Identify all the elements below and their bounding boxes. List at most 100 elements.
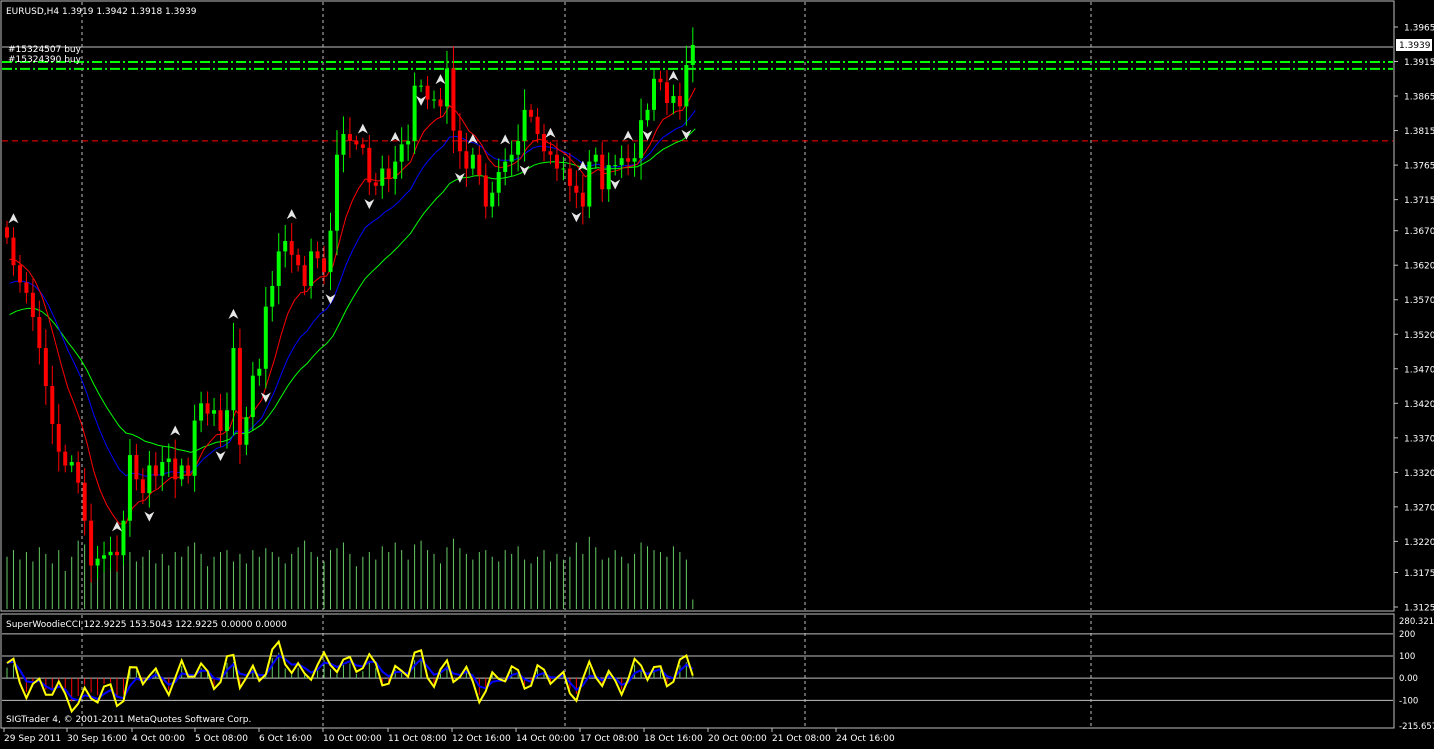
bull-candle-body bbox=[561, 168, 566, 170]
order-label-2: #15324390 buy bbox=[8, 55, 82, 65]
bull-candle-body bbox=[147, 465, 152, 494]
bull-candle-body bbox=[652, 78, 656, 110]
bull-candle-body bbox=[121, 520, 126, 556]
time-tick-label: 6 Oct 16:00 bbox=[259, 734, 312, 744]
bull-candle-body bbox=[257, 368, 262, 376]
bear-candle-body bbox=[664, 82, 669, 103]
bear-candle-body bbox=[554, 154, 559, 169]
price-tick-label: 1.3865 bbox=[1404, 93, 1434, 103]
bull-candle-body bbox=[690, 44, 695, 65]
price-tick-label: 1.3420 bbox=[1404, 400, 1434, 410]
bear-candle-body bbox=[37, 317, 42, 349]
time-tick-label: 24 Oct 16:00 bbox=[836, 734, 895, 744]
bull-candle-body bbox=[250, 375, 255, 418]
bear-candle-body bbox=[529, 109, 534, 117]
bull-candle-body bbox=[496, 172, 501, 193]
price-tick-label: 1.3815 bbox=[1404, 127, 1434, 137]
bear-candle-body bbox=[457, 130, 462, 152]
bear-candle-body bbox=[535, 116, 540, 135]
bull-candle-body bbox=[179, 465, 184, 480]
price-tick-label: 1.3270 bbox=[1404, 503, 1434, 513]
order-label-1: #15324507 buy bbox=[8, 45, 82, 55]
bull-candle-body bbox=[231, 348, 236, 411]
bear-candle-body bbox=[218, 410, 223, 431]
bear-candle-body bbox=[302, 265, 307, 286]
bear-candle-body bbox=[30, 292, 35, 317]
time-tick-label: 10 Oct 00:00 bbox=[323, 734, 382, 744]
bear-candle-body bbox=[425, 85, 430, 100]
bull-candle-body bbox=[587, 161, 592, 207]
bear-candle-body bbox=[43, 348, 48, 387]
symbol-label: EURUSD,H4 1.3919 1.3942 1.3918 1.3939 bbox=[6, 7, 197, 17]
bull-candle-body bbox=[108, 551, 113, 556]
current-price-label: 1.3939 bbox=[1399, 41, 1431, 51]
bear-candle-body bbox=[477, 154, 482, 176]
bear-candle-body bbox=[24, 282, 29, 293]
bull-candle-body bbox=[632, 158, 637, 162]
cci-scale-label: 0.00 bbox=[1399, 674, 1418, 684]
bull-candle-body bbox=[490, 192, 495, 207]
bear-candle-body bbox=[56, 424, 61, 452]
bull-candle-body bbox=[102, 555, 107, 559]
bull-candle-body bbox=[393, 161, 398, 179]
bull-candle-body bbox=[328, 230, 333, 273]
price-tick-label: 1.3915 bbox=[1404, 58, 1434, 68]
bull-candle-body bbox=[412, 85, 417, 141]
bull-candle-body bbox=[166, 458, 171, 462]
bull-candle-body bbox=[684, 64, 689, 107]
price-tick-label: 1.3570 bbox=[1404, 296, 1434, 306]
bull-candle-body bbox=[192, 420, 197, 476]
price-chart[interactable]: 1.3965 1.3915 1.3865 1.3815 1.3765 1.3715 1.36… bbox=[0, 0, 1434, 745]
cci-scale-label: 280.321 bbox=[1399, 617, 1434, 627]
bull-candle-body bbox=[503, 161, 508, 172]
bull-candle-body bbox=[419, 85, 424, 87]
bear-candle-body bbox=[76, 462, 81, 483]
bear-candle-body bbox=[451, 68, 456, 131]
bear-candle-body bbox=[367, 147, 372, 183]
bull-candle-body bbox=[522, 109, 527, 141]
bear-candle-body bbox=[50, 386, 55, 425]
bull-candle-body bbox=[606, 165, 611, 190]
bear-candle-body bbox=[153, 465, 158, 476]
bear-candle-body bbox=[677, 96, 682, 107]
bear-candle-body bbox=[600, 154, 605, 190]
bull-candle-body bbox=[244, 417, 249, 445]
bear-candle-body bbox=[5, 227, 9, 238]
copyright-label: SIGTrader 4, © 2001-2011 MetaQuotes Soft… bbox=[6, 715, 251, 725]
bull-candle-body bbox=[380, 168, 385, 186]
bull-candle-body bbox=[283, 241, 288, 252]
bull-candle-body bbox=[619, 158, 624, 166]
bull-candle-body bbox=[645, 109, 650, 121]
bull-candle-body bbox=[593, 154, 598, 162]
time-tick-label: 11 Oct 08:00 bbox=[388, 734, 447, 744]
bull-candle-body bbox=[263, 306, 268, 369]
bear-candle-body bbox=[186, 465, 191, 476]
cci-scale-label: 200 bbox=[1399, 630, 1415, 640]
bear-candle-body bbox=[373, 182, 378, 186]
price-tick-label: 1.3370 bbox=[1404, 434, 1434, 444]
price-tick-label: 1.3470 bbox=[1404, 365, 1434, 375]
bear-candle-body bbox=[114, 551, 119, 556]
bull-candle-body bbox=[69, 462, 74, 466]
price-tick-label: 1.3715 bbox=[1404, 196, 1434, 206]
bull-candle-body bbox=[334, 154, 339, 231]
trading-chart-window[interactable]: 1.3965 1.3915 1.3865 1.3815 1.3765 1.3715 1.36… bbox=[0, 0, 1434, 745]
bear-candle-body bbox=[347, 134, 352, 141]
cci-scale-label: -100 bbox=[1399, 696, 1418, 706]
bear-candle-body bbox=[386, 168, 391, 179]
price-tick-label: 1.3125 bbox=[1404, 604, 1434, 614]
bear-candle-body bbox=[580, 192, 585, 207]
price-tick-label: 1.3765 bbox=[1404, 162, 1434, 172]
bull-candle-body bbox=[276, 251, 281, 286]
price-tick-label: 1.3175 bbox=[1404, 569, 1434, 579]
time-tick-label: 18 Oct 16:00 bbox=[644, 734, 703, 744]
bull-candle-body bbox=[160, 462, 165, 476]
price-tick-label: 1.3670 bbox=[1404, 227, 1434, 237]
time-tick-label: 29 Sep 2011 bbox=[4, 734, 61, 744]
bear-candle-body bbox=[205, 403, 210, 414]
bear-candle-body bbox=[626, 158, 631, 162]
time-tick-label: 5 Oct 08:00 bbox=[195, 734, 248, 744]
bear-candle-body bbox=[574, 185, 579, 193]
cci-scale-label: 100 bbox=[1399, 652, 1415, 662]
bear-candle-body bbox=[173, 458, 178, 480]
